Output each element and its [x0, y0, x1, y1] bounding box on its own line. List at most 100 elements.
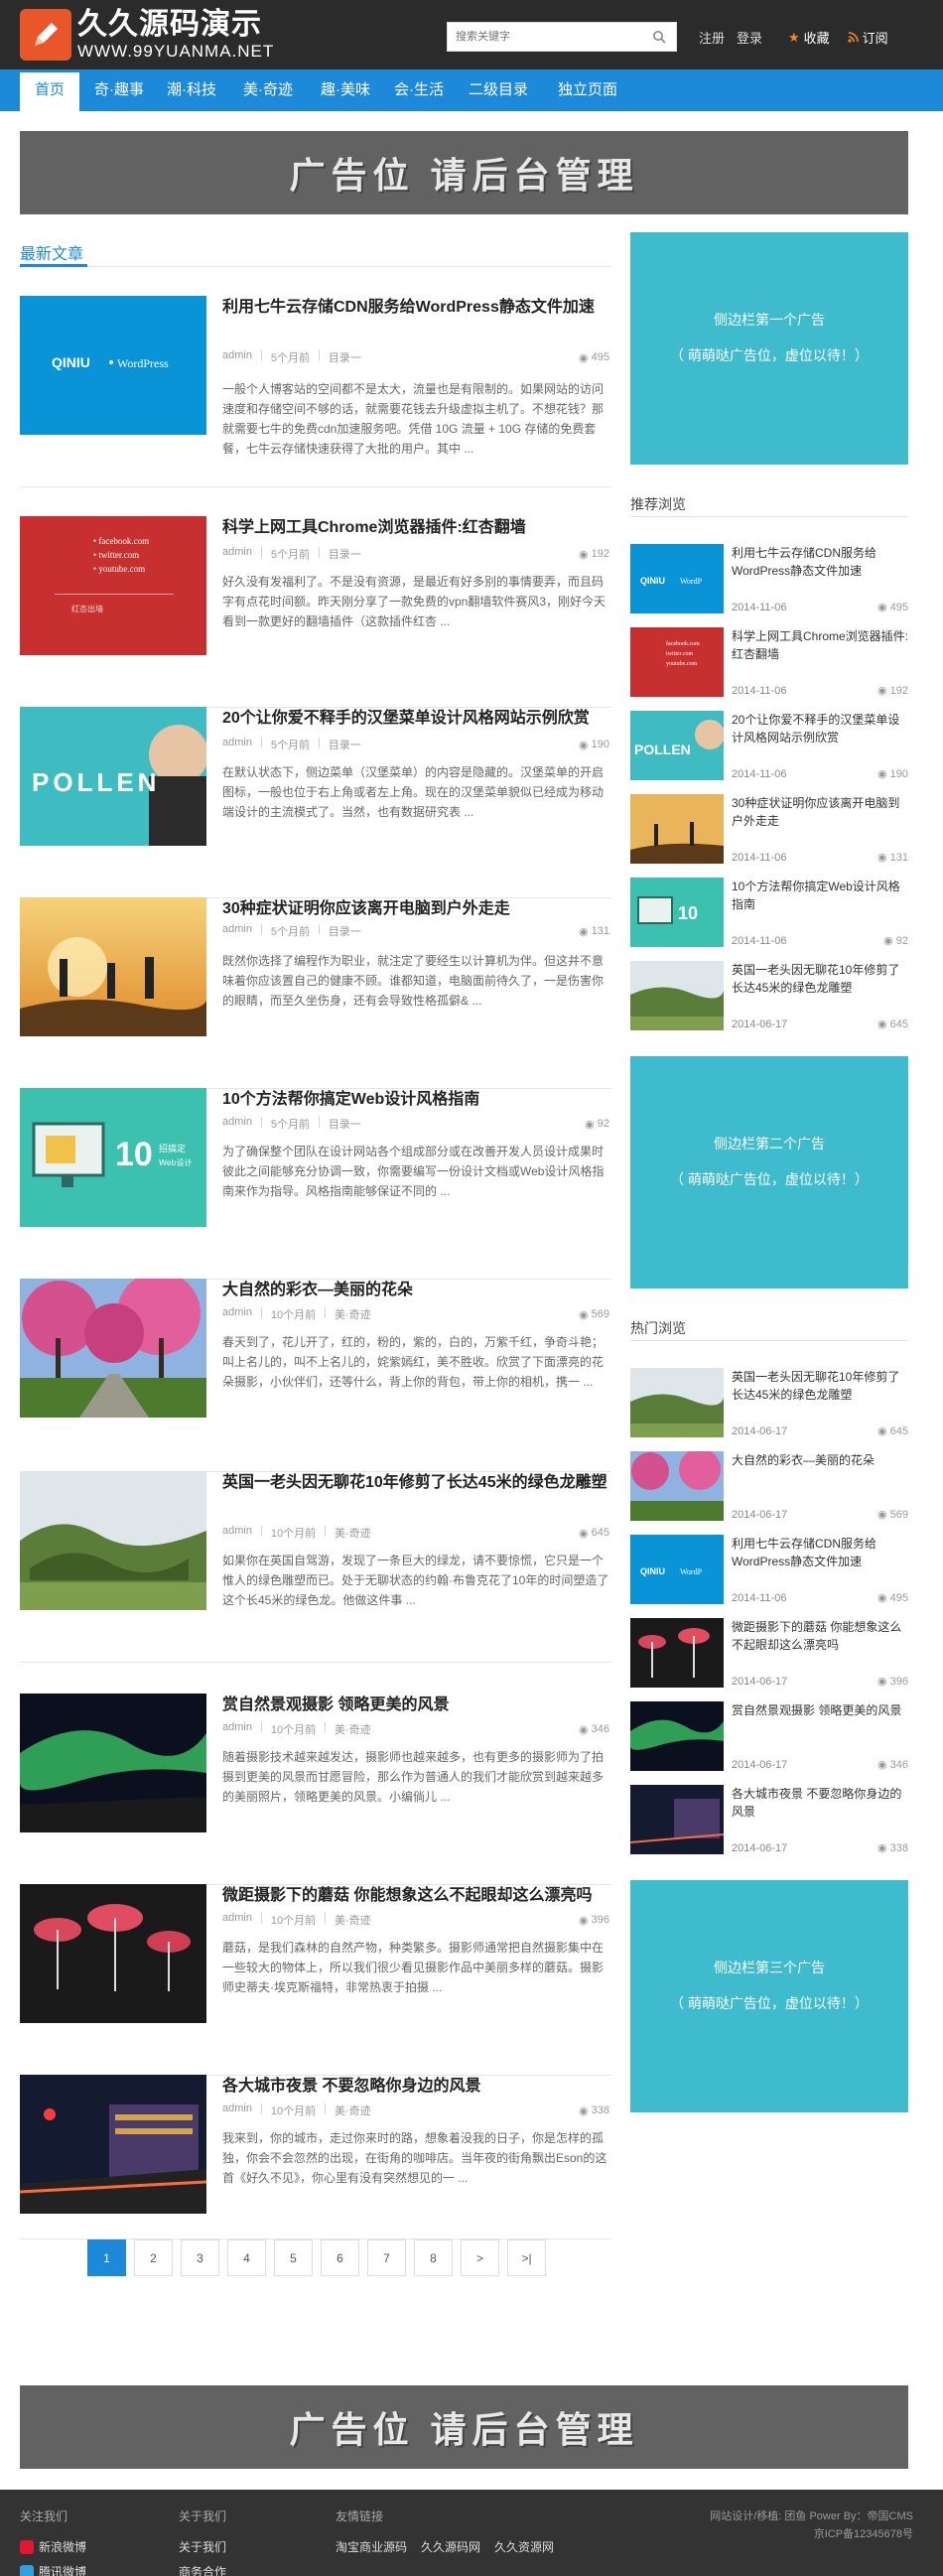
article-category[interactable]: 美·奇迹: [335, 1721, 371, 1737]
recommend-thumbnail[interactable]: POLLEN: [630, 711, 724, 780]
hot-item[interactable]: QINIU WordP 利用七牛云存储CDN服务给WordPress静态文件加速 …: [630, 1535, 908, 1606]
hot-thumbnail[interactable]: [630, 1451, 724, 1521]
article-thumbnail[interactable]: QINIU WordPress: [20, 296, 206, 435]
hot-thumbnail[interactable]: [630, 1368, 724, 1437]
article-category[interactable]: 目录一: [329, 349, 361, 365]
page-1[interactable]: 1: [87, 2239, 126, 2276]
article-author[interactable]: admin: [222, 737, 252, 752]
article-author[interactable]: admin: [222, 349, 252, 365]
nav-item-fun[interactable]: 奇·趣事: [84, 69, 154, 111]
hot-thumbnail[interactable]: QINIU WordP: [630, 1535, 724, 1604]
search-input[interactable]: [448, 23, 641, 51]
login-link[interactable]: 登录: [737, 28, 762, 47]
business-link[interactable]: 商务合作: [179, 2563, 226, 2576]
article-title[interactable]: 10个方法帮你搞定Web设计风格指南: [222, 1088, 609, 1112]
hot-thumbnail[interactable]: [630, 1701, 724, 1771]
sidebar-ad-2[interactable]: 侧边栏第二个广告 （ 萌萌哒广告位，虚位以待！）: [630, 1056, 908, 1288]
article-thumbnail[interactable]: [20, 2075, 206, 2214]
hot-thumbnail[interactable]: [630, 1785, 724, 1854]
page-3[interactable]: 3: [181, 2239, 219, 2276]
recommend-item[interactable]: facebook.com twitter.com youtube.com 科学上网工…: [630, 627, 908, 699]
article-thumbnail[interactable]: [20, 1694, 206, 1832]
article-author[interactable]: admin: [222, 546, 252, 562]
bottom-ad-banner[interactable]: 广告位 请后台管理: [20, 2385, 908, 2469]
hot-item-title[interactable]: 英国一老头因无聊花10年修剪了长达45米的绿色龙雕塑: [732, 1368, 908, 1404]
page-2[interactable]: 2: [134, 2239, 173, 2276]
article-thumbnail[interactable]: POLLEN: [20, 707, 206, 846]
article-category[interactable]: 目录一: [329, 923, 361, 939]
hot-item[interactable]: 各大城市夜景 不要忽略你身边的风景 2014-06-17 ◉ 338: [630, 1785, 908, 1856]
article-category[interactable]: 美·奇迹: [335, 1525, 371, 1541]
article-thumbnail[interactable]: • facebook.com • twitter.com • youtube.com…: [20, 516, 206, 655]
sidebar-ad-1[interactable]: 侧边栏第一个广告 （ 萌萌哒广告位，虚位以待！）: [630, 232, 908, 465]
recommend-thumbnail[interactable]: 10: [630, 878, 724, 947]
article-title[interactable]: 赏自然景观摄影 领略更美的风景: [222, 1694, 609, 1717]
article-author[interactable]: admin: [222, 923, 252, 939]
nav-item-food[interactable]: 趣·美味: [311, 69, 380, 111]
page-4[interactable]: 4: [227, 2239, 266, 2276]
article-category[interactable]: 目录一: [329, 546, 361, 562]
article-thumbnail[interactable]: [20, 1279, 206, 1418]
about-link[interactable]: 关于我们: [179, 2538, 226, 2555]
hot-item[interactable]: 微距摄影下的蘑菇 你能想象这么不起眼却这么漂亮吗 2014-06-17 ◉ 396: [630, 1618, 908, 1690]
hot-thumbnail[interactable]: [630, 1618, 724, 1688]
article-title[interactable]: 各大城市夜景 不要忽略你身边的风景: [222, 2075, 609, 2099]
last-page-button[interactable]: >|: [507, 2239, 546, 2276]
weibo-link[interactable]: 新浪微博: [20, 2538, 86, 2555]
favorite-link[interactable]: ★ 收藏: [788, 28, 830, 47]
page-5[interactable]: 5: [274, 2239, 313, 2276]
article-author[interactable]: admin: [222, 1116, 252, 1132]
article-author[interactable]: admin: [222, 1912, 252, 1928]
page-6[interactable]: 6: [321, 2239, 359, 2276]
nav-item-subdir[interactable]: 二级目录: [459, 69, 538, 111]
hot-item[interactable]: 大自然的彩衣—美丽的花朵 2014-06-17 ◉ 569: [630, 1451, 908, 1523]
article-title[interactable]: 大自然的彩衣—美丽的花朵: [222, 1279, 609, 1302]
recommend-thumbnail[interactable]: facebook.com twitter.com youtube.com: [630, 627, 724, 697]
tencent-weibo-link[interactable]: 腾讯微博: [20, 2563, 86, 2576]
sidebar-ad-3[interactable]: 侧边栏第三个广告 （ 萌萌哒广告位，虚位以待！）: [630, 1880, 908, 2112]
recommend-item-title[interactable]: 10个方法帮你搞定Web设计风格指南: [732, 878, 908, 913]
recommend-item[interactable]: 英国一老头因无聊花10年修剪了长达45米的绿色龙雕塑 2014-06-17 ◉ 6…: [630, 961, 908, 1032]
recommend-item[interactable]: 10 10个方法帮你搞定Web设计风格指南 2014-11-06 ◉ 92: [630, 878, 908, 949]
article-category[interactable]: 目录一: [329, 1116, 361, 1132]
recommend-thumbnail[interactable]: [630, 961, 724, 1030]
friend-link[interactable]: 久久资源网: [494, 2538, 554, 2555]
recommend-item[interactable]: 30种症状证明你应该离开电脑到户外走走 2014-11-06 ◉ 131: [630, 794, 908, 866]
hot-item-title[interactable]: 各大城市夜景 不要忽略你身边的风景: [732, 1785, 908, 1821]
nav-item-tech[interactable]: 潮·科技: [157, 69, 226, 111]
friend-link[interactable]: 久久源码网: [421, 2538, 480, 2555]
recommend-item-title[interactable]: 30种症状证明你应该离开电脑到户外走走: [732, 794, 908, 830]
recommend-item[interactable]: QINIU WordP 利用七牛云存储CDN服务给WordPress静态文件加速 …: [630, 544, 908, 615]
article-title[interactable]: 微距摄影下的蘑菇 你能想象这么不起眼却这么漂亮吗: [222, 1884, 609, 1908]
article-title[interactable]: 30种症状证明你应该离开电脑到户外走走: [222, 897, 609, 921]
subscribe-link[interactable]: 订阅: [848, 28, 888, 47]
nav-item-home[interactable]: 首页: [20, 69, 79, 111]
hot-item-title[interactable]: 赏自然景观摄影 领略更美的风景: [732, 1701, 908, 1719]
recommend-item[interactable]: POLLEN 20个让你爱不释手的汉堡菜单设计风格网站示例欣赏 2014-11-…: [630, 711, 908, 782]
article-title[interactable]: 英国一老头因无聊花10年修剪了长达45米的绿色龙雕塑: [222, 1471, 609, 1495]
article-thumbnail[interactable]: 10 招搞定 Web设计: [20, 1088, 206, 1227]
article-category[interactable]: 美·奇迹: [335, 1306, 371, 1322]
article-thumbnail[interactable]: [20, 1884, 206, 2023]
article-title[interactable]: 20个让你爱不释手的汉堡菜单设计风格网站示例欣赏: [222, 707, 609, 731]
friend-link[interactable]: 淘宝商业源码: [336, 2538, 407, 2555]
recommend-item-title[interactable]: 20个让你爱不释手的汉堡菜单设计风格网站示例欣赏: [732, 711, 908, 746]
nav-item-page[interactable]: 独立页面: [548, 69, 627, 111]
article-category[interactable]: 目录一: [329, 737, 361, 752]
hot-item-title[interactable]: 微距摄影下的蘑菇 你能想象这么不起眼却这么漂亮吗: [732, 1618, 908, 1654]
recommend-item-title[interactable]: 科学上网工具Chrome浏览器插件:红杏翻墙: [732, 627, 908, 663]
article-title[interactable]: 科学上网工具Chrome浏览器插件:红杏翻墙: [222, 516, 609, 540]
hot-item-title[interactable]: 大自然的彩衣—美丽的花朵: [732, 1451, 908, 1469]
register-link[interactable]: 注册: [699, 28, 725, 47]
article-author[interactable]: admin: [222, 1721, 252, 1737]
article-author[interactable]: admin: [222, 2102, 252, 2118]
article-author[interactable]: admin: [222, 1525, 252, 1541]
next-page-button[interactable]: >: [461, 2239, 499, 2276]
hot-item[interactable]: 英国一老头因无聊花10年修剪了长达45米的绿色龙雕塑 2014-06-17 ◉ 6…: [630, 1368, 908, 1439]
article-category[interactable]: 美·奇迹: [335, 1912, 371, 1928]
article-thumbnail[interactable]: [20, 1471, 206, 1610]
site-logo[interactable]: 久久源码演示 WWW.99YUANMA.NET: [20, 8, 274, 62]
recommend-thumbnail[interactable]: QINIU WordP: [630, 544, 724, 613]
top-ad-banner[interactable]: 广告位 请后台管理: [20, 131, 908, 214]
nav-item-life[interactable]: 会·生活: [384, 69, 454, 111]
